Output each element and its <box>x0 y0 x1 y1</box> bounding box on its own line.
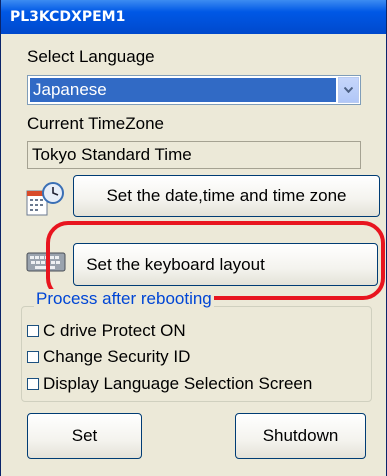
c-drive-protect-checkbox[interactable]: C drive Protect ON <box>27 321 186 341</box>
checkbox-label: Change Security ID <box>43 347 191 366</box>
chevron-down-icon[interactable] <box>338 77 359 103</box>
timezone-field: Tokyo Standard Time <box>27 141 361 169</box>
checkbox-box[interactable] <box>27 325 39 337</box>
checkbox-label: Display Language Selection Screen <box>43 374 313 393</box>
change-security-id-checkbox[interactable]: Change Security ID <box>27 347 190 367</box>
after-reboot-group-title: Process after rebooting <box>34 289 214 309</box>
title-bar[interactable]: PL3KCDXPEM1 <box>1 0 386 34</box>
shutdown-button[interactable]: Shutdown <box>235 413 366 459</box>
set-datetime-button-label: Set the date,time and time zone <box>106 186 347 205</box>
language-select[interactable]: Japanese <box>27 75 361 105</box>
calendar-clock-icon <box>25 181 67 226</box>
language-select-value: Japanese <box>30 78 336 102</box>
current-timezone-label: Current TimeZone <box>27 114 164 133</box>
shutdown-button-label: Shutdown <box>262 426 339 445</box>
checkbox-box[interactable] <box>27 351 39 363</box>
window-title: PL3KCDXPEM1 <box>10 9 126 25</box>
set-button-label: Set <box>71 426 98 445</box>
set-button[interactable]: Set <box>27 413 142 459</box>
set-datetime-button[interactable]: Set the date,time and time zone <box>73 175 380 217</box>
dialog-window: PL3KCDXPEM1 Select Language Japanese Cur… <box>0 0 387 476</box>
select-language-label: Select Language <box>27 47 155 66</box>
checkbox-label: C drive Protect ON <box>43 321 186 340</box>
display-language-screen-checkbox[interactable]: Display Language Selection Screen <box>27 374 312 394</box>
checkbox-box[interactable] <box>27 378 39 390</box>
